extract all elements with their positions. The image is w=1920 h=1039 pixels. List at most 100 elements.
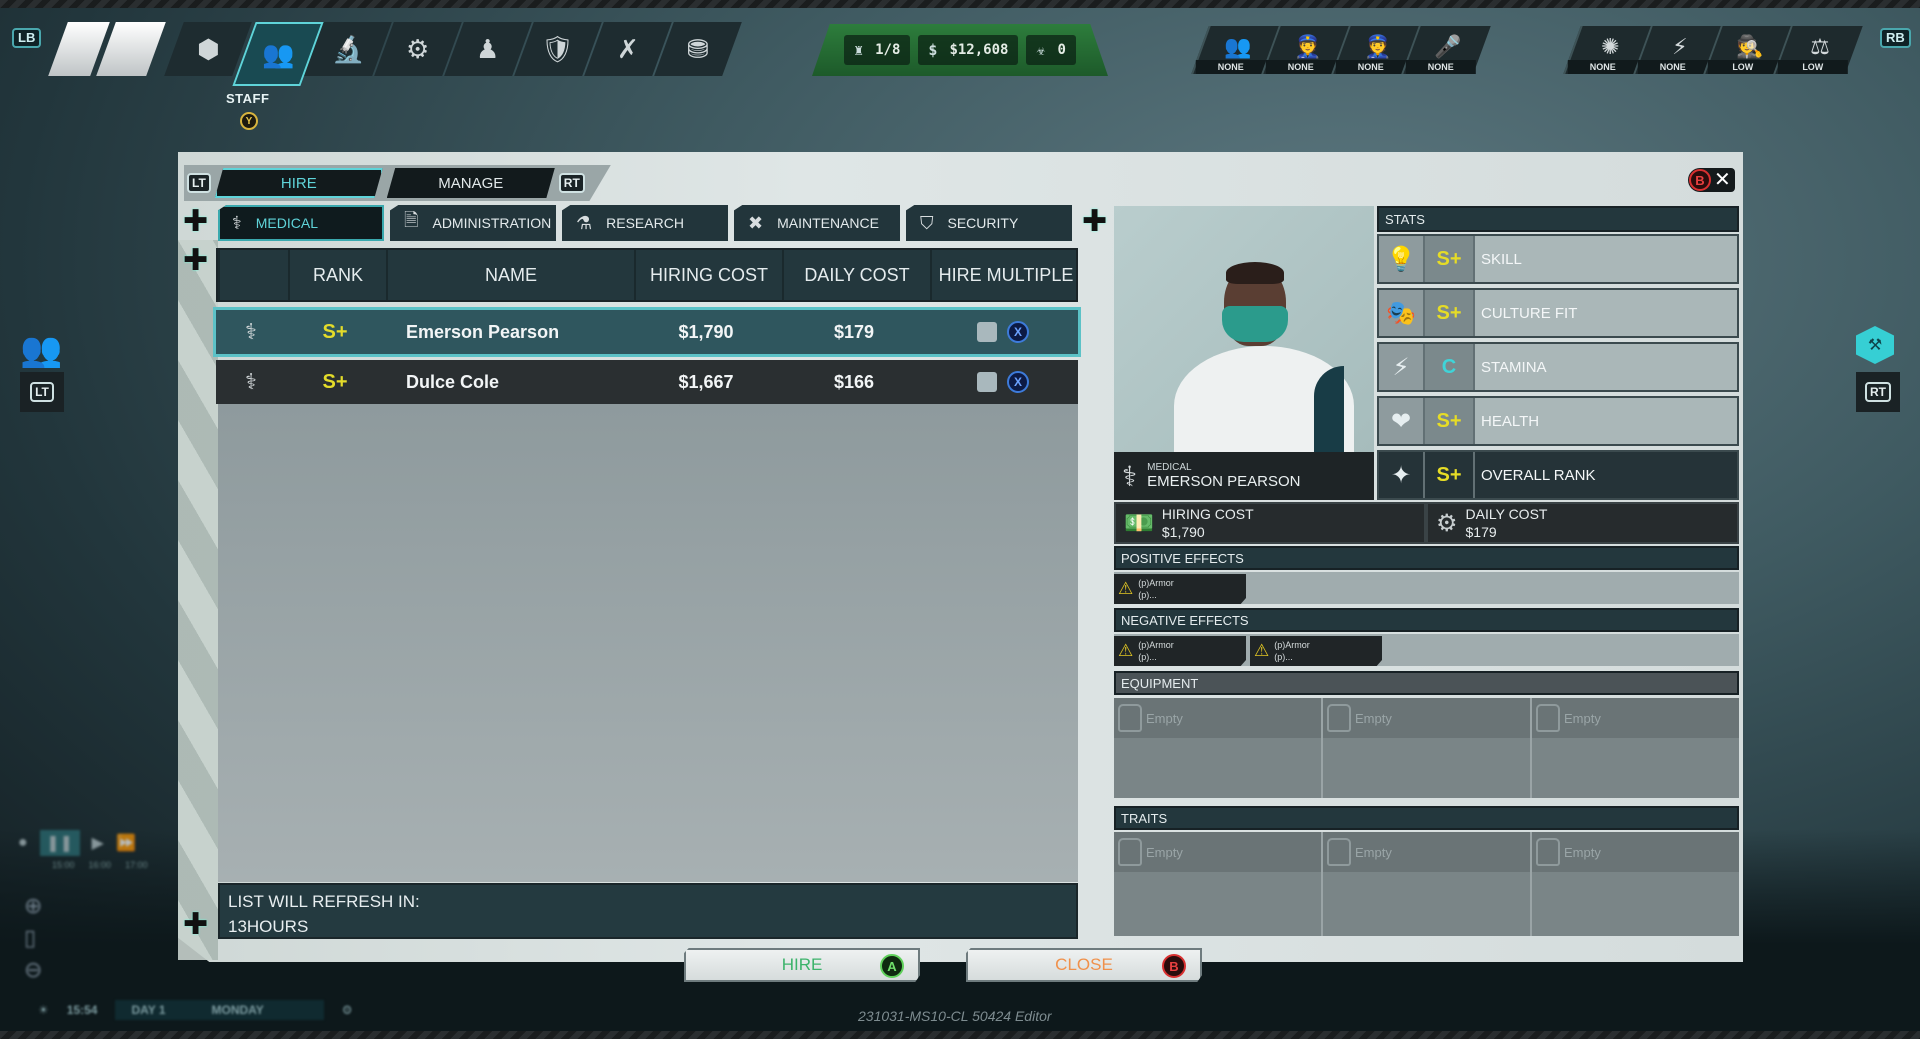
table-row[interactable]: ⚕ S+ Dulce Cole $1,667 $166 X	[216, 360, 1078, 404]
main-nav-bar: ⬢ 👥 🔬 ⚙ ♟ 🛡 ✗ ⛃	[48, 22, 742, 86]
trait-slot[interactable]: Empty	[1532, 832, 1739, 936]
flask-icon: ⚗	[576, 212, 593, 233]
caduceus-icon: ⚕	[1122, 460, 1138, 492]
tab-label: ADMINISTRATION	[432, 215, 552, 231]
time-tick: 16:00	[88, 860, 112, 870]
effect-chip[interactable]: ⚠ (p)Armor (p)...	[1250, 636, 1382, 666]
heat-meters-left: 👥 NONE 👮 NONE 👮 NONE 🎤 NONE	[1191, 26, 1491, 74]
slot-header: Empty	[1323, 698, 1530, 738]
hire-multiple-checkbox[interactable]	[977, 322, 997, 342]
dpad-icon: ✚	[183, 244, 209, 277]
document-icon: 🗎	[404, 210, 419, 230]
col-hiring-cost[interactable]: HIRING COST	[634, 250, 782, 300]
cash-stack-icon: 💵	[1124, 509, 1154, 537]
close-icon: ✕	[1714, 169, 1731, 191]
lightning-icon: ⚡	[1379, 344, 1425, 390]
tab-administration[interactable]: 🗎 ADMINISTRATION	[390, 205, 556, 241]
hire-multiple-checkbox[interactable]	[977, 372, 997, 392]
lb-button-hint[interactable]: LB	[12, 28, 42, 48]
equipment-slots: Empty Empty Empty	[1114, 698, 1739, 798]
daily-cost-cell: $179	[833, 321, 875, 342]
nav-active-label: STAFF	[226, 91, 270, 106]
stat-row-health: ❤ S+ HEALTH	[1377, 396, 1739, 446]
rt-tab-hint[interactable]: RT	[558, 173, 585, 193]
tab-security[interactable]: ⛉ SECURITY	[906, 205, 1072, 241]
hire-button[interactable]: HIRE A	[684, 948, 920, 982]
wrench-icon: ✖	[748, 212, 764, 233]
candidate-name: EMERSON PEARSON	[1147, 473, 1301, 490]
heat-level: LOW	[1707, 60, 1778, 74]
col-hire-multiple[interactable]: HIRE MULTIPLE	[930, 250, 1080, 300]
equipment-slot[interactable]: Empty	[1114, 698, 1321, 798]
y-button-hint[interactable]: Y	[240, 112, 258, 130]
col-name[interactable]: NAME	[386, 250, 634, 300]
table-header: RANK NAME HIRING COST DAILY COST HIRE MU…	[216, 248, 1078, 302]
build-cube-icon: ⬢	[196, 34, 220, 64]
stat-label: CULTURE FIT	[1481, 304, 1578, 322]
candidate-department: MEDICAL	[1147, 462, 1192, 473]
staff-side-icon[interactable]: 👥	[20, 330, 62, 370]
tab-manage[interactable]: MANAGE	[386, 168, 555, 198]
daily-cost-value: $179	[1465, 524, 1497, 540]
time-tick: 15:00	[52, 860, 75, 870]
resource-money: $ $12,608	[918, 35, 1019, 65]
rt-side-hint[interactable]: RT	[1856, 372, 1900, 412]
heat-level: LOW	[1777, 60, 1848, 74]
tab-hire[interactable]: HIRE	[214, 168, 383, 198]
police-icon: 👮	[1364, 34, 1392, 59]
refresh-value: 13HOURS	[228, 917, 309, 936]
caduceus-icon: ⚕	[245, 319, 257, 344]
equipment-slot[interactable]: Empty	[1323, 698, 1530, 798]
build-version: 231031-MS10-CL 50424 Editor	[858, 1008, 1052, 1024]
rb-button-hint[interactable]: RB	[1880, 28, 1911, 48]
time-dot-icon: ●	[18, 834, 28, 851]
close-button[interactable]: CLOSE B	[966, 948, 1202, 982]
settings-gear-icon[interactable]: ⚙	[342, 1003, 353, 1017]
tab-research[interactable]: ⚗ RESEARCH	[562, 205, 728, 241]
heat-level: NONE	[1637, 60, 1708, 74]
lt-side-hint[interactable]: LT	[20, 372, 64, 412]
effect-chip[interactable]: ⚠ (p)Armor (p)...	[1114, 636, 1246, 666]
zoom-out-icon[interactable]: ⊖	[24, 954, 178, 986]
effect-chip[interactable]: ⚠ (p)Armor (p)...	[1114, 574, 1246, 604]
zoom-in-icon[interactable]: ⊕	[24, 890, 178, 922]
slot-label: Empty	[1146, 710, 1183, 726]
tab-medical[interactable]: ⚕ MEDICAL	[218, 205, 384, 241]
dialog-close-button[interactable]: B ✕	[1688, 168, 1735, 192]
col-daily-cost[interactable]: DAILY COST	[782, 250, 930, 300]
daily-cost-box: ⚙ DAILY COST $179	[1426, 502, 1739, 544]
trait-slot[interactable]: Empty	[1114, 832, 1321, 936]
pause-button[interactable]: ❚❚	[39, 830, 80, 856]
effect-line: (p)Armor	[1274, 640, 1310, 650]
hiring-cost-cell: $1,667	[678, 371, 734, 392]
shield-icon: ⛉	[920, 212, 934, 233]
virus-icon: ✺	[1600, 34, 1620, 59]
dialog-pattern-edge	[178, 240, 218, 960]
lt-label: LT	[30, 382, 54, 402]
tab-maintenance[interactable]: ✖ MAINTENANCE	[734, 205, 900, 241]
equipment-slot[interactable]: Empty	[1532, 698, 1739, 798]
equipment-header: EQUIPMENT	[1114, 671, 1739, 695]
soldiers-icon: 👮	[1294, 34, 1322, 59]
slot-label: Empty	[1564, 710, 1601, 726]
table-row[interactable]: ⚕ S+ Emerson Pearson $1,790 $179 X	[216, 310, 1078, 354]
tab-label: RESEARCH	[606, 215, 684, 231]
minion-count-icon: ♜	[854, 41, 864, 59]
trait-slot[interactable]: Empty	[1323, 832, 1530, 936]
weekday-label: MONDAY	[211, 1003, 264, 1017]
slot-header: Empty	[1532, 698, 1739, 738]
stat-row-stamina: ⚡ C STAMINA	[1377, 342, 1739, 392]
rt-label: RT	[1865, 382, 1891, 402]
lightbulb-icon: 💡	[1379, 236, 1425, 282]
fast-forward-button[interactable]: ⏩	[116, 833, 136, 853]
col-rank[interactable]: RANK	[288, 250, 386, 300]
heat-level: NONE	[1335, 60, 1406, 74]
play-button[interactable]: ▶	[92, 833, 104, 853]
stat-label: SKILL	[1481, 250, 1522, 268]
robot-arm-icon: ⚙	[406, 34, 430, 64]
col-dept[interactable]	[218, 250, 288, 300]
stat-row-overall-rank: ✦ S+ OVERALL RANK	[1377, 450, 1739, 500]
stat-grade: C	[1425, 344, 1475, 390]
b-button-hint: B	[1689, 169, 1711, 191]
lt-tab-hint[interactable]: LT	[187, 173, 211, 193]
